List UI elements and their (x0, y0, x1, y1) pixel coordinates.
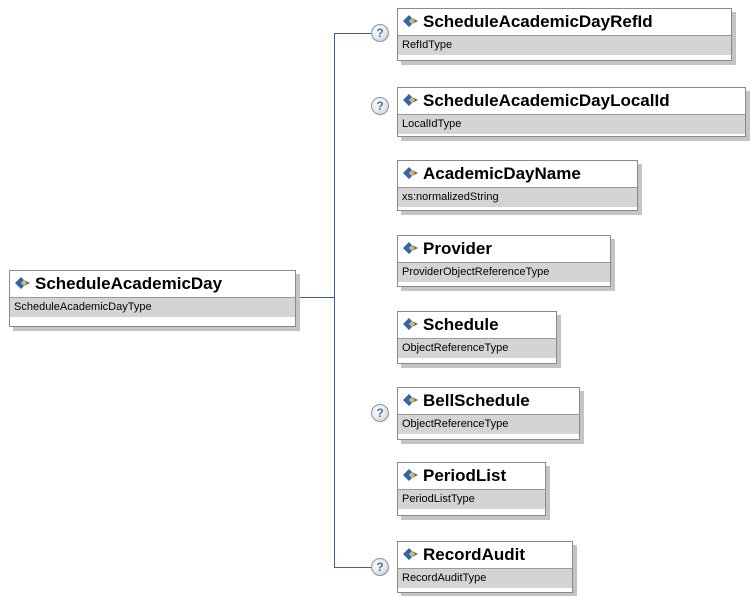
root-element-box[interactable]: ScheduleAcademicDay ScheduleAcademicDayT… (9, 270, 296, 327)
element-icon (403, 545, 423, 565)
child-element-type: LocalIdType (398, 114, 745, 134)
element-icon (403, 12, 423, 32)
child-element-box[interactable]: Provider ProviderObjectReferenceType (397, 235, 611, 287)
element-icon (403, 315, 423, 335)
child-element-type: xs:normalizedString (398, 187, 637, 207)
root-element-type: ScheduleAcademicDayType (10, 297, 295, 317)
element-icon (403, 391, 423, 411)
child-element-name: PeriodList (423, 466, 507, 485)
child-element-name: ScheduleAcademicDayLocalId (423, 91, 670, 110)
child-element-name: Provider (423, 239, 492, 258)
child-element-name: ScheduleAcademicDayRefId (423, 12, 653, 31)
child-element-box[interactable]: AcademicDayName xs:normalizedString (397, 160, 638, 211)
element-icon (15, 274, 35, 294)
optional-icon: ? (371, 97, 389, 115)
child-element-name: AcademicDayName (423, 164, 581, 183)
child-element-name: RecordAudit (423, 545, 525, 564)
element-icon (403, 239, 423, 259)
child-element-type: RecordAuditType (398, 568, 572, 588)
child-element-box[interactable]: BellSchedule ObjectReferenceType (397, 387, 580, 440)
child-element-type: ObjectReferenceType (398, 414, 579, 434)
child-element-box[interactable]: PeriodList PeriodListType (397, 462, 546, 516)
element-icon (403, 466, 423, 486)
child-element-type: ObjectReferenceType (398, 338, 556, 358)
child-element-box[interactable]: ScheduleAcademicDayRefId RefIdType (397, 8, 732, 61)
root-element-name: ScheduleAcademicDay (35, 274, 223, 293)
child-element-type: ProviderObjectReferenceType (398, 262, 610, 282)
child-element-name: Schedule (423, 315, 499, 334)
child-element-type: RefIdType (398, 35, 731, 55)
element-icon (403, 164, 423, 184)
child-element-name: BellSchedule (423, 391, 530, 410)
optional-icon: ? (371, 24, 389, 42)
child-element-box[interactable]: RecordAudit RecordAuditType (397, 541, 573, 593)
element-icon (403, 91, 423, 111)
child-element-box[interactable]: ScheduleAcademicDayLocalId LocalIdType (397, 87, 746, 137)
optional-icon: ? (371, 404, 389, 422)
child-element-box[interactable]: Schedule ObjectReferenceType (397, 311, 557, 364)
optional-icon: ? (371, 558, 389, 576)
child-element-type: PeriodListType (398, 489, 545, 509)
